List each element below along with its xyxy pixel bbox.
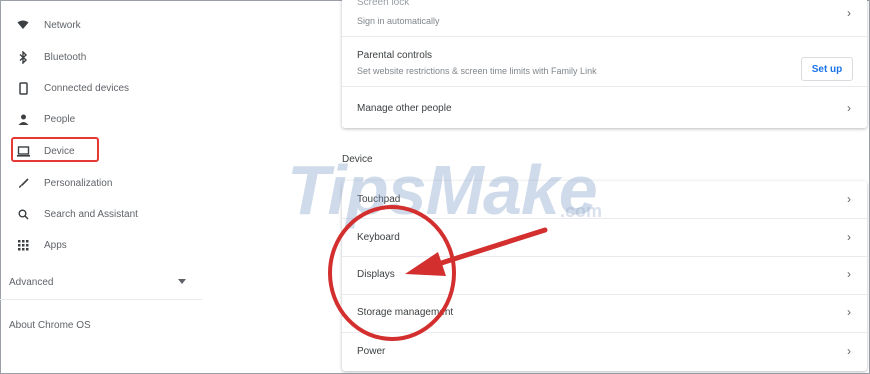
sidebar-divider <box>0 299 202 300</box>
set-up-button[interactable]: Set up <box>801 57 853 81</box>
manage-other-people-row[interactable]: Manage other people › <box>342 87 867 128</box>
device-highlight-box <box>11 137 99 162</box>
brush-icon <box>15 175 31 191</box>
screen-lock-title: Screen lock <box>357 0 410 8</box>
keyboard-label: Keyboard <box>357 232 400 243</box>
advanced-label: Advanced <box>9 276 54 288</box>
about-label: About Chrome OS <box>9 319 91 331</box>
parental-controls-title: Parental controls <box>357 50 433 61</box>
sidebar-item-label: Personalization <box>44 177 113 189</box>
sidebar-item-bluetooth[interactable]: Bluetooth <box>15 46 86 68</box>
sidebar-item-personalization[interactable]: Personalization <box>15 172 112 194</box>
storage-management-label: Storage management <box>357 307 454 318</box>
chevron-right-icon: › <box>847 101 851 115</box>
device-row-displays[interactable]: Displays › <box>342 257 867 294</box>
sidebar-item-label: People <box>44 113 76 125</box>
person-icon <box>15 111 31 127</box>
sidebar-item-label: Apps <box>44 239 67 251</box>
watermark-domain: .com <box>560 201 603 221</box>
device-row-storage-management[interactable]: Storage management › <box>342 295 867 332</box>
chevron-right-icon: › <box>847 6 851 20</box>
bluetooth-icon <box>15 49 31 65</box>
manage-other-people-label: Manage other people <box>357 103 452 114</box>
sidebar-item-label: Search and Assistant <box>44 208 138 220</box>
chevron-right-icon: › <box>847 192 851 206</box>
apps-grid-icon <box>15 237 31 253</box>
chevron-down-icon[interactable] <box>178 279 186 284</box>
screen-lock-subtitle: Sign in automatically <box>357 16 440 26</box>
sidebar-item-label: Bluetooth <box>44 51 87 63</box>
chevron-right-icon: › <box>847 344 851 358</box>
screen-lock-row[interactable]: Screen lock Sign in automatically › <box>342 0 867 36</box>
phone-icon <box>15 80 31 96</box>
device-row-power[interactable]: Power › <box>342 333 867 371</box>
sidebar-item-network[interactable]: Network <box>15 14 81 36</box>
sidebar-item-search-and-assistant[interactable]: Search and Assistant <box>15 203 138 225</box>
sidebar-advanced-toggle[interactable]: Advanced <box>9 271 53 293</box>
parental-controls-row: Parental controls Set website restrictio… <box>342 37 867 86</box>
sidebar-item-people[interactable]: People <box>15 108 75 130</box>
search-icon <box>15 206 31 222</box>
sidebar-item-label: Network <box>44 19 81 31</box>
watermark-logo: TipsMake <box>287 151 598 229</box>
settings-sidebar: Network Bluetooth Connected devices Peop… <box>0 0 205 374</box>
chevron-right-icon: › <box>847 267 851 281</box>
parental-controls-subtitle: Set website restrictions & screen time l… <box>357 66 597 76</box>
sidebar-item-label: Connected devices <box>44 82 130 94</box>
chevron-right-icon: › <box>847 305 851 319</box>
people-card: Screen lock Sign in automatically › Pare… <box>342 0 867 128</box>
displays-label: Displays <box>357 269 395 280</box>
sidebar-item-apps[interactable]: Apps <box>15 234 67 256</box>
power-label: Power <box>357 346 386 357</box>
chevron-right-icon: › <box>847 230 851 244</box>
wifi-icon <box>15 17 31 33</box>
sidebar-item-about-chrome-os[interactable]: About Chrome OS <box>9 314 91 336</box>
sidebar-item-connected-devices[interactable]: Connected devices <box>15 77 129 99</box>
